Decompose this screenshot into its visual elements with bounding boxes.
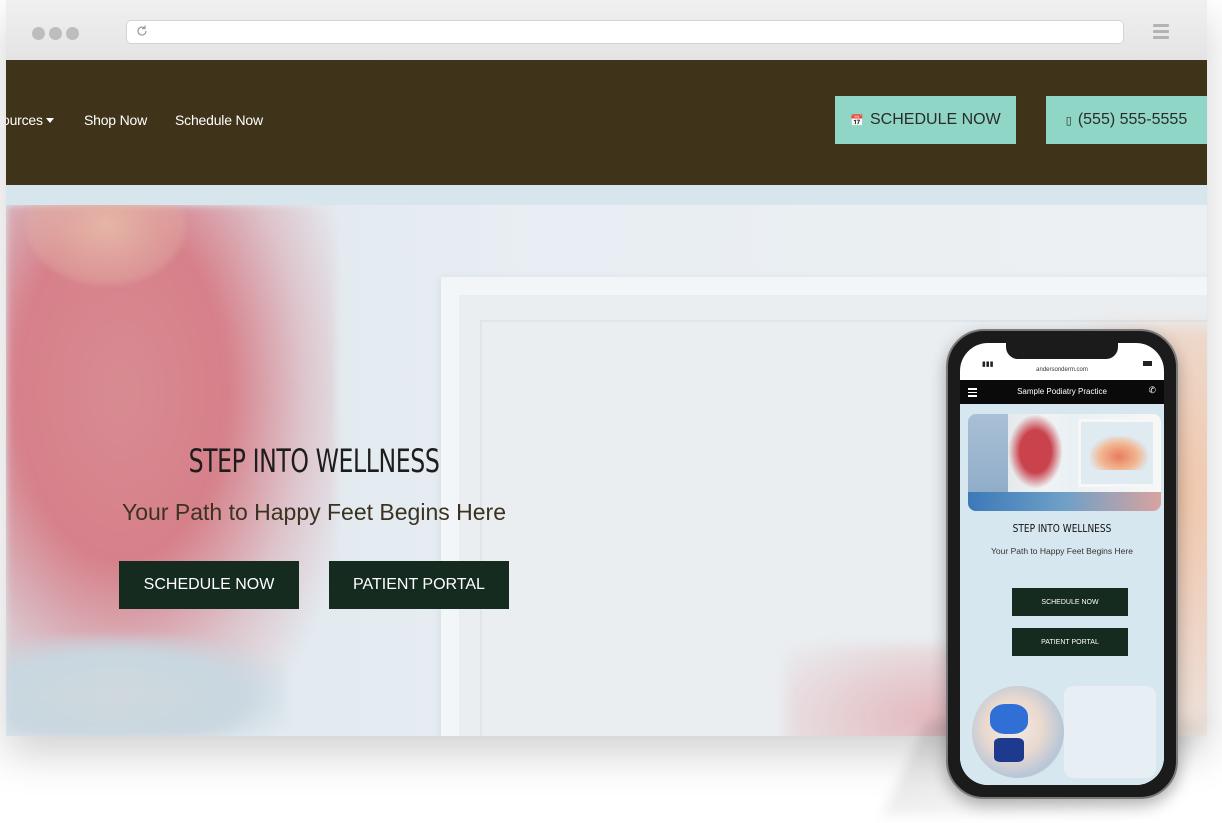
- header-phone-button[interactable]: ▯ (555) 555-5555: [1046, 96, 1207, 144]
- nav-resources-label: ources: [6, 112, 43, 128]
- mobile-hero-image-patient: [1008, 414, 1063, 489]
- browser-chrome: [6, 0, 1207, 60]
- phone-call-icon[interactable]: ✆: [1148, 385, 1156, 396]
- reload-icon[interactable]: [135, 24, 149, 38]
- mobile-patient-portal-button[interactable]: PATIENT PORTAL: [1012, 628, 1128, 656]
- mobile-foot-treatment-image: [972, 686, 1064, 778]
- calendar-icon: 📅: [850, 114, 864, 127]
- hero-title: STEP INTO WELLNESS: [188, 442, 440, 480]
- mobile-phone-icon: ▯: [1065, 114, 1072, 127]
- mobile-hero-image-mat: [968, 492, 1161, 511]
- mobile-hero-image-xray: [1090, 436, 1148, 470]
- hero-patient-portal-button[interactable]: PATIENT PORTAL: [329, 561, 509, 609]
- mobile-url: andersonderm.com: [1036, 367, 1088, 373]
- header-spacer: [6, 185, 1207, 205]
- mobile-content: STEP INTO WELLNESS Your Path to Happy Fe…: [960, 404, 1164, 785]
- mobile-schedule-button[interactable]: SCHEDULE NOW: [1012, 588, 1128, 616]
- address-bar[interactable]: [126, 20, 1124, 44]
- mobile-phone-mockup: ▮▮▮ andersonderm.com Sample Podiatry Pra…: [946, 329, 1178, 799]
- mobile-foot-treatment-tool: [994, 738, 1024, 762]
- nav-shop-now[interactable]: Shop Now: [84, 112, 147, 128]
- nav-schedule-now[interactable]: Schedule Now: [175, 112, 263, 128]
- mobile-hero-subtitle: Your Path to Happy Feet Begins Here: [991, 546, 1133, 556]
- hero-schedule-button[interactable]: SCHEDULE NOW: [119, 561, 299, 609]
- mobile-hero-image: [968, 414, 1161, 511]
- browser-menu-icon[interactable]: [1153, 24, 1169, 40]
- hero-background-leg: [6, 635, 286, 736]
- mobile-site-title: Sample Podiatry Practice: [1017, 387, 1107, 396]
- window-dot-maximize[interactable]: [66, 27, 79, 40]
- mobile-content-card: [1064, 686, 1156, 778]
- nav-resources[interactable]: ources: [6, 112, 54, 128]
- window-dot-close[interactable]: [32, 27, 45, 40]
- header-schedule-button[interactable]: 📅 SCHEDULE NOW: [835, 96, 1016, 144]
- site-header: ources Shop Now Schedule Now 📅 SCHEDULE …: [6, 60, 1207, 185]
- mobile-screen: ▮▮▮ andersonderm.com Sample Podiatry Pra…: [960, 343, 1164, 785]
- header-phone-label: (555) 555-5555: [1077, 111, 1188, 128]
- window-dot-minimize[interactable]: [49, 27, 62, 40]
- hero-subtitle: Your Path to Happy Feet Begins Here: [122, 499, 506, 525]
- header-schedule-label: SCHEDULE NOW: [870, 111, 1001, 128]
- mobile-foot-treatment-glove: [990, 704, 1028, 734]
- caret-down-icon: [45, 118, 54, 123]
- mobile-hero-title: STEP INTO WELLNESS: [1012, 522, 1112, 535]
- mobile-navbar: Sample Podiatry Practice ✆: [960, 380, 1164, 404]
- battery-icon: [1143, 361, 1152, 366]
